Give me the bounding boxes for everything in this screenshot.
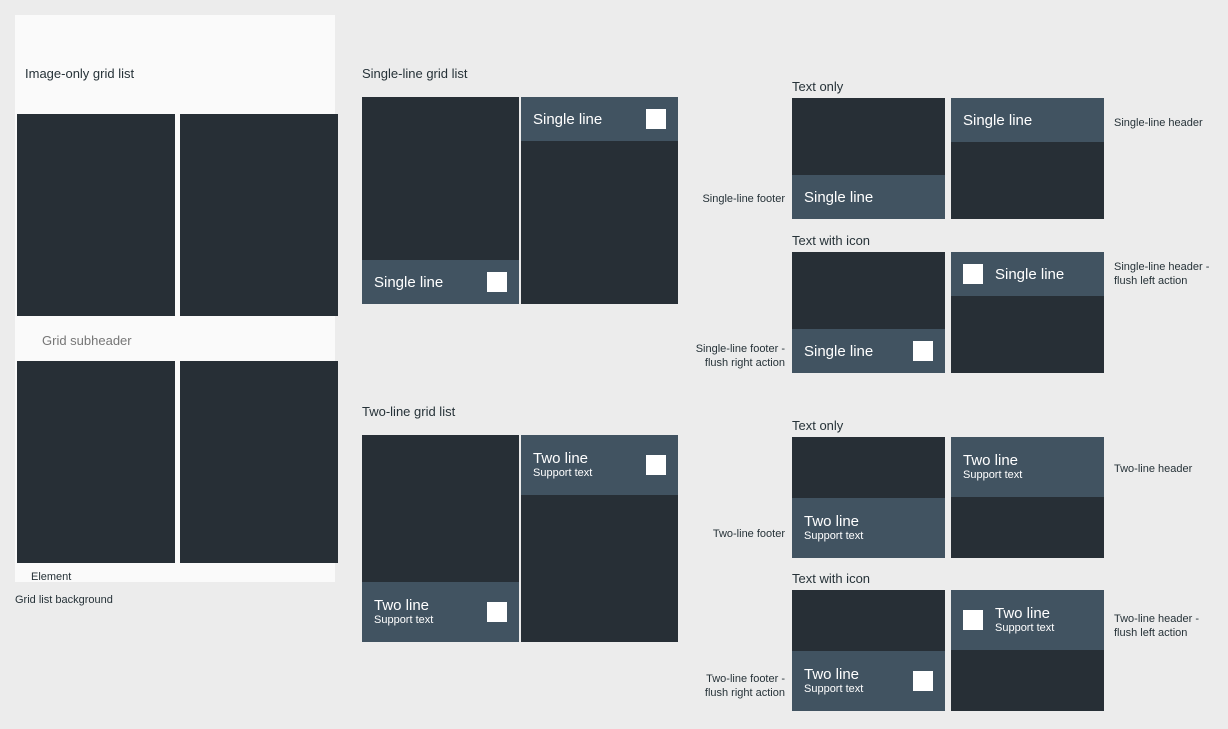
primary-text: Single line	[804, 342, 874, 360]
footer-text-block: Two line Support text	[804, 666, 863, 696]
square-action-icon[interactable]	[963, 610, 983, 630]
two-line-footer-bar: Two line Support text	[362, 582, 519, 642]
section-title-single-line: Single-line grid list	[362, 66, 468, 81]
single-line-footer-bar: Single line	[362, 260, 519, 304]
section-title-text-with-icon: Text with icon	[792, 571, 871, 586]
grid-tile-image[interactable]	[17, 114, 175, 316]
annotation-two-line-footer: Two-line footer	[712, 528, 785, 540]
single-line-grid-list-group: Single-line grid list Single line Single…	[362, 66, 682, 308]
grid-tile-image[interactable]	[180, 114, 338, 316]
right-group-single-line-text-with-icon: Text with icon Single line Single line S…	[696, 233, 1209, 373]
primary-text: Two line	[995, 605, 1051, 622]
primary-text: Two line	[374, 597, 430, 614]
two-line-footer-bar: Two line Support text	[792, 651, 945, 711]
secondary-text: Support text	[374, 614, 434, 626]
footer-text-block: Single line	[374, 274, 443, 291]
single-line-header-tile[interactable]: Single line	[521, 97, 678, 304]
single-line-header-bar: Single line	[521, 97, 678, 141]
page-title: Image-only grid list	[25, 66, 135, 81]
single-line-footer-bar: Single line	[792, 175, 945, 219]
footer-text-block: Two line Support text	[804, 513, 863, 543]
primary-text: Two line	[804, 513, 860, 530]
single-line-footer-tile-text-only[interactable]: Single line	[792, 98, 945, 219]
two-line-header-bar: Two line Support text	[951, 590, 1104, 650]
single-line-header-bar: Single line	[951, 252, 1104, 296]
annotation-single-line-footer: Single-line footer	[702, 193, 785, 205]
header-text-block: Single line	[533, 111, 602, 128]
secondary-text: Support text	[804, 530, 864, 542]
two-line-footer-bar: Two line Support text	[792, 498, 945, 558]
single-line-footer-bar: Single line	[792, 329, 945, 373]
two-line-footer-tile-text-only[interactable]: Two line Support text	[792, 437, 945, 558]
grid-list-spec-canvas: Image-only grid list Grid subheader Elem…	[0, 0, 1228, 729]
square-action-icon[interactable]	[913, 341, 933, 361]
primary-text: Single line	[374, 273, 444, 291]
square-action-icon[interactable]	[646, 455, 666, 475]
secondary-text: Support text	[533, 467, 593, 479]
primary-text: Single line	[533, 110, 603, 128]
annotation-single-line-header: Single-line header	[1114, 117, 1203, 129]
two-line-grid-list-group: Two-line grid list Two line Support text…	[362, 404, 682, 646]
header-text-block: Two line Support text	[533, 450, 592, 480]
primary-text: Single line	[804, 188, 874, 206]
primary-text: Single line	[995, 265, 1065, 283]
right-group-two-line-text-only: Text only Two line Support text Two line…	[713, 418, 1192, 558]
header-text-block: Single line	[963, 112, 1032, 129]
square-action-icon[interactable]	[913, 671, 933, 691]
two-line-header-bar: Two line Support text	[951, 437, 1104, 497]
section-title-two-line: Two-line grid list	[362, 404, 456, 419]
square-action-icon[interactable]	[487, 272, 507, 292]
right-group-two-line-text-with-icon: Text with icon Two line Support text Two…	[705, 571, 1199, 711]
single-line-header-bar: Single line	[951, 98, 1104, 142]
grid-subheader: Grid subheader	[42, 333, 132, 348]
two-line-footer-tile[interactable]: Two line Support text	[362, 435, 519, 642]
grid-list-background-annotation: Grid list background	[15, 594, 113, 606]
header-text-block: Two line Support text	[995, 605, 1054, 635]
annotation-two-line-header: Two-line header	[1114, 463, 1193, 475]
element-annotation: Element	[31, 571, 72, 583]
primary-text: Two line	[804, 666, 860, 683]
annotation-single-line-footer-flush-right: Single-line footer - flush right action	[695, 343, 785, 369]
annotation-two-line-footer-flush-right: Two-line footer - flush right action	[704, 673, 785, 699]
section-title-text-with-icon: Text with icon	[792, 233, 871, 248]
single-line-header-tile-flush-left[interactable]: Single line	[951, 252, 1104, 373]
two-line-header-bar: Two line Support text	[521, 435, 678, 495]
secondary-text: Support text	[963, 469, 1023, 481]
primary-text: Single line	[963, 111, 1033, 129]
two-line-header-tile-flush-left[interactable]: Two line Support text	[951, 590, 1104, 711]
secondary-text: Support text	[995, 622, 1055, 634]
two-line-footer-tile-flush-right[interactable]: Two line Support text	[792, 590, 945, 711]
single-line-footer-tile-flush-right[interactable]: Single line	[792, 252, 945, 373]
footer-text-block: Single line	[804, 189, 873, 206]
header-text-block: Single line	[995, 266, 1064, 283]
grid-tile-image[interactable]	[180, 361, 338, 563]
square-action-icon[interactable]	[487, 602, 507, 622]
secondary-text: Support text	[804, 683, 864, 695]
header-text-block: Two line Support text	[963, 452, 1022, 482]
section-title-text-only: Text only	[792, 79, 844, 94]
single-line-footer-tile[interactable]: Single line	[362, 97, 519, 304]
grid-tile-image[interactable]	[17, 361, 175, 563]
primary-text: Two line	[963, 452, 1019, 469]
square-action-icon[interactable]	[646, 109, 666, 129]
two-line-header-tile[interactable]: Two line Support text	[521, 435, 678, 642]
primary-text: Two line	[533, 450, 589, 467]
annotation-single-line-header-flush-left: Single-line header - flush left action	[1114, 261, 1210, 287]
footer-text-block: Two line Support text	[374, 597, 433, 627]
section-title-text-only: Text only	[792, 418, 844, 433]
right-group-single-line-text-only: Text only Single line Single line Single…	[702, 79, 1203, 219]
single-line-header-tile-text-only[interactable]: Single line	[951, 98, 1104, 219]
square-action-icon[interactable]	[963, 264, 983, 284]
footer-text-block: Single line	[804, 343, 873, 360]
two-line-header-tile-text-only[interactable]: Two line Support text	[951, 437, 1104, 558]
image-only-grid-list-panel: Image-only grid list Grid subheader Elem…	[15, 15, 338, 583]
annotation-two-line-header-flush-left: Two-line header - flush left action	[1114, 613, 1199, 639]
